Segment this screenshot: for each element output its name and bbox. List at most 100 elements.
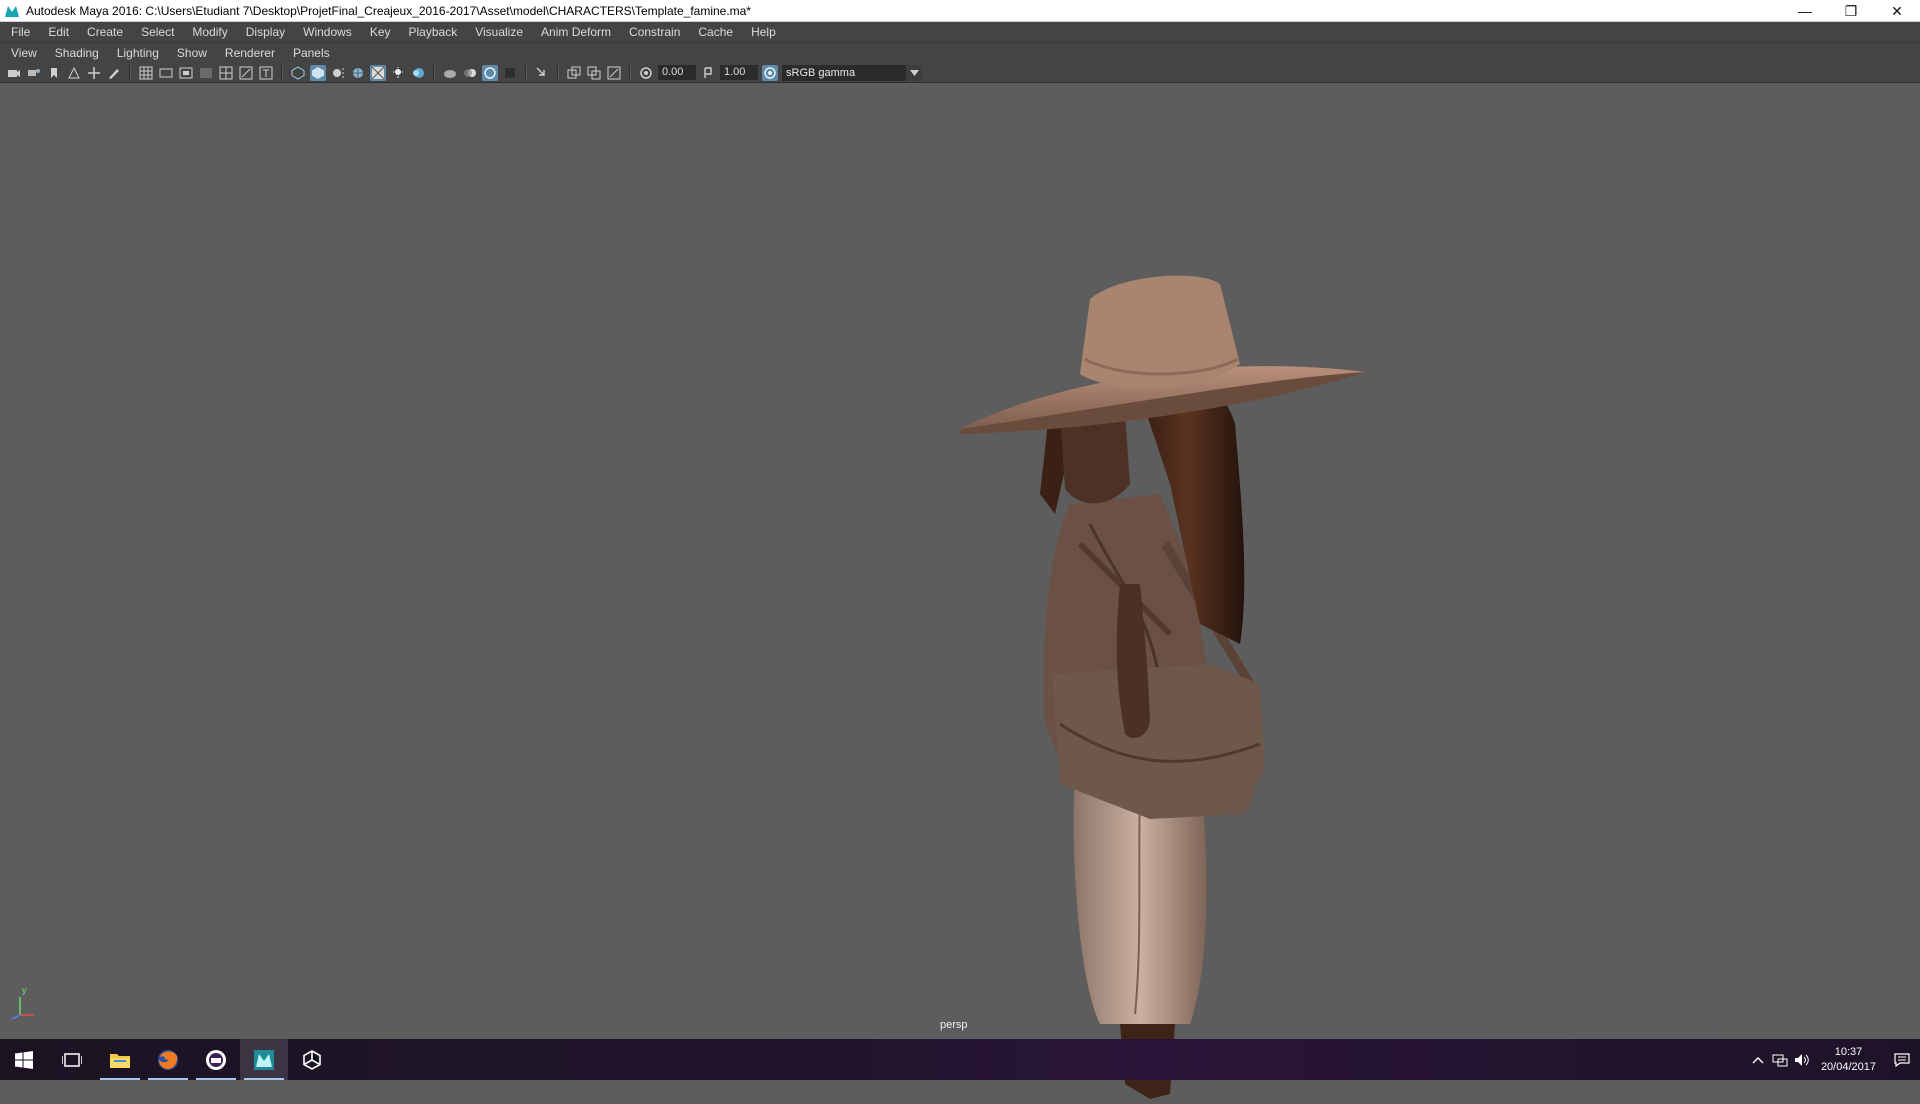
camera-icon[interactable] <box>6 65 22 81</box>
window-titlebar: Autodesk Maya 2016: C:\Users\Etudiant 7\… <box>0 0 1920 22</box>
xray-icon[interactable] <box>410 65 426 81</box>
firefox-button[interactable] <box>144 1039 192 1080</box>
chevron-up-icon <box>1752 1056 1764 1063</box>
window-title: Autodesk Maya 2016: C:\Users\Etudiant 7\… <box>26 3 752 18</box>
minimize-button[interactable]: — <box>1782 0 1828 22</box>
clock-time: 10:37 <box>1834 1045 1863 1058</box>
bookmark-icon[interactable] <box>46 65 62 81</box>
speaker-icon <box>1794 1053 1809 1066</box>
exposure-icon[interactable] <box>638 65 654 81</box>
character-model <box>960 275 1365 1099</box>
backface-culling-icon[interactable] <box>606 65 622 81</box>
ambient-occlusion-icon[interactable] <box>442 65 458 81</box>
menu-anim-deform[interactable]: Anim Deform <box>530 22 618 43</box>
task-view-button[interactable] <box>48 1039 96 1080</box>
motion-blur-icon[interactable] <box>462 65 478 81</box>
menu-file[interactable]: File <box>0 22 37 43</box>
menu-display[interactable]: Display <box>235 22 292 43</box>
camera-attributes-icon[interactable] <box>26 65 42 81</box>
color-space-value: sRGB gamma <box>786 66 856 79</box>
menu-playback[interactable]: Playback <box>398 22 465 43</box>
gamma-icon[interactable] <box>700 65 716 81</box>
isolate-select-icon[interactable] <box>534 65 550 81</box>
menu-visualize[interactable]: Visualize <box>464 22 530 43</box>
default-lighting-icon[interactable] <box>330 65 346 81</box>
task-view-icon <box>62 1052 82 1067</box>
resolution-gate-icon[interactable] <box>178 65 194 81</box>
shadows-icon[interactable] <box>390 65 406 81</box>
network-button[interactable] <box>1769 1039 1791 1080</box>
gamma-field[interactable]: 1.00 <box>720 65 758 80</box>
menu-constrain[interactable]: Constrain <box>618 22 687 43</box>
menu-windows[interactable]: Windows <box>292 22 359 43</box>
maya-button[interactable] <box>240 1039 288 1080</box>
menu-modify[interactable]: Modify <box>181 22 234 43</box>
perspective-viewport[interactable]: y persp <box>0 84 1920 1099</box>
file-explorer-button[interactable] <box>96 1039 144 1080</box>
panel-menu-lighting[interactable]: Lighting <box>106 43 166 63</box>
exposure-field[interactable]: 0.00 <box>658 65 696 80</box>
app-button[interactable] <box>192 1039 240 1080</box>
safe-title-icon[interactable] <box>258 65 274 81</box>
image-plane-icon[interactable] <box>66 65 82 81</box>
toolbar-separator <box>557 65 559 80</box>
start-button[interactable] <box>0 1039 48 1080</box>
unity-icon <box>303 1049 321 1070</box>
grease-pencil-icon[interactable] <box>106 65 122 81</box>
taskbar-clock[interactable]: 10:37 20/04/2017 <box>1813 1045 1884 1075</box>
toolbar-separator <box>281 65 283 80</box>
panel-menu-renderer[interactable]: Renderer <box>214 43 282 63</box>
windows-logo-icon <box>15 1050 33 1069</box>
unity-button[interactable] <box>288 1039 336 1080</box>
network-icon <box>1772 1054 1788 1066</box>
menu-edit[interactable]: Edit <box>37 22 76 43</box>
menu-create[interactable]: Create <box>76 22 130 43</box>
maya-app-icon <box>5 5 19 17</box>
main-menu-bar: File Edit Create Select Modify Display W… <box>0 22 1920 43</box>
menu-key[interactable]: Key <box>359 22 398 43</box>
smooth-shade-icon[interactable] <box>310 64 326 81</box>
panel-menu-shading[interactable]: Shading <box>44 43 106 63</box>
2d-pan-zoom-icon[interactable] <box>86 65 102 81</box>
camera-label: persp <box>940 1019 968 1031</box>
notification-icon <box>1894 1052 1910 1067</box>
volume-button[interactable] <box>1791 1039 1813 1080</box>
panel-menu-show[interactable]: Show <box>166 43 214 63</box>
toolbar-separator <box>525 65 527 80</box>
toolbar-separator <box>129 65 131 80</box>
file-explorer-icon <box>110 1053 130 1068</box>
app-icon <box>206 1049 226 1070</box>
panel-menu-panels[interactable]: Panels <box>282 43 337 63</box>
panel-menu-view[interactable]: View <box>0 43 44 63</box>
anti-aliasing-icon[interactable] <box>482 64 498 81</box>
menu-help[interactable]: Help <box>740 22 783 43</box>
chevron-down-icon <box>906 64 922 81</box>
xray-active-components-icon[interactable] <box>586 65 602 81</box>
color-management-icon[interactable] <box>762 64 778 81</box>
panel-toolbar: 0.00 1.00 sRGB gamma <box>0 63 1920 83</box>
use-all-lights-icon[interactable] <box>370 64 386 81</box>
textured-icon[interactable] <box>350 65 366 81</box>
windows-taskbar: 10:37 20/04/2017 <box>0 1039 1920 1080</box>
toolbar-separator <box>433 65 435 80</box>
firefox-icon <box>158 1049 178 1070</box>
field-chart-icon[interactable] <box>218 65 234 81</box>
safe-action-icon[interactable] <box>238 65 254 81</box>
close-button[interactable]: ✕ <box>1874 0 1920 22</box>
action-center-button[interactable] <box>1884 1039 1920 1080</box>
grid-icon[interactable] <box>138 65 154 81</box>
film-gate-icon[interactable] <box>158 65 174 81</box>
restore-button[interactable]: ❐ <box>1828 0 1874 22</box>
wireframe-icon[interactable] <box>290 65 306 81</box>
menu-cache[interactable]: Cache <box>687 22 740 43</box>
maya-icon <box>254 1049 274 1070</box>
toolbar-separator <box>629 65 631 80</box>
xray-joints-icon[interactable] <box>566 65 582 81</box>
color-space-dropdown[interactable]: sRGB gamma <box>782 64 922 81</box>
menu-select[interactable]: Select <box>130 22 181 43</box>
depth-of-field-icon[interactable] <box>502 65 518 81</box>
system-tray: 10:37 20/04/2017 <box>1747 1039 1920 1080</box>
show-hidden-icons-button[interactable] <box>1747 1039 1769 1080</box>
gate-mask-icon[interactable] <box>198 65 214 81</box>
view-axis-indicator: y <box>8 985 38 1020</box>
